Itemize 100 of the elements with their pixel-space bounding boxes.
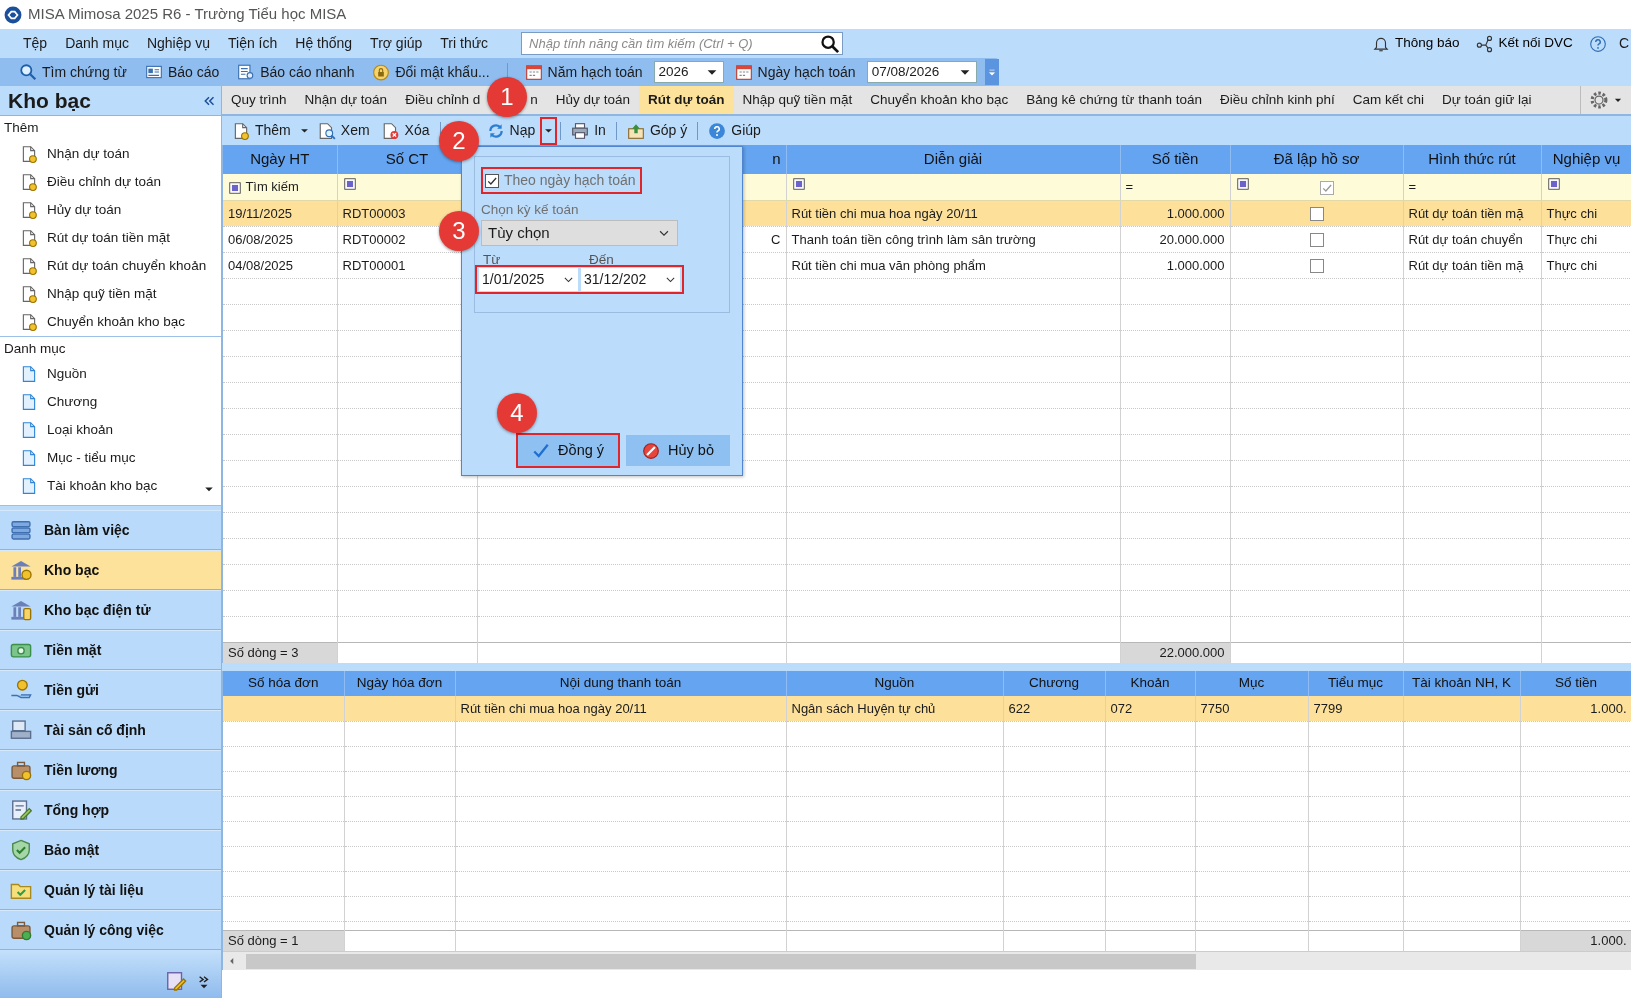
column-header[interactable]: Nguồn [786,671,1003,696]
menu-item[interactable]: Tệp [14,33,57,54]
menu-item[interactable]: Tiện ích [219,33,287,54]
nav-button[interactable]: Kho bạc [0,550,221,590]
menu-item[interactable]: Trợ giúp [361,33,432,54]
date-field[interactable]: 1/01/2025 [479,268,578,292]
column-header[interactable]: Ngày hóa đơn [344,671,455,696]
computer-icon [10,719,32,741]
column-header[interactable]: Đã lập hồ sơ [1230,145,1403,174]
tab[interactable]: Bảng kê chứng từ thanh toán [1017,86,1211,114]
document-icon [20,313,38,331]
toolbar-button[interactable]: In [565,118,612,143]
overflow-button[interactable] [984,59,999,85]
toolbar-button[interactable]: Báo cáo [137,59,227,85]
sidebar-item[interactable]: Chương [0,388,221,416]
dropdown-field[interactable]: 2026 [653,61,724,83]
sidebar-item[interactable]: Loại khoản [0,416,221,444]
sidebar-item[interactable]: Điều chỉnh dự toán [0,168,221,196]
menu-item[interactable]: Nghiệp vụ [137,33,219,54]
checkbox[interactable] [1309,207,1324,222]
tab[interactable]: Nhập quỹ tiền mặt [733,86,862,114]
checkbox[interactable] [1309,259,1324,274]
table-cell: 20.000.000 [1159,231,1225,247]
toolbar-button[interactable]: Thêm [226,118,297,143]
column-header[interactable]: Tiểu mục [1308,671,1403,696]
column-header[interactable]: Khoản [1105,671,1195,696]
dropdown-field[interactable]: 07/08/2026 [866,61,977,83]
panel-title: Kho bạc [8,87,91,114]
settings-icon [1589,90,1609,110]
toolbar-button[interactable]: Giúp [702,118,767,143]
sidebar-item[interactable]: Nguồn [0,360,221,388]
column-header[interactable]: Tài khoản NH, K [1403,671,1520,696]
menu-item[interactable]: Danh mục [56,33,138,54]
filter-operator: = [1125,179,1134,194]
header-link[interactable]: Kết nối DVC [1467,33,1581,54]
nav-button[interactable]: Tài sản cố định [0,710,221,750]
ok-button[interactable]: Đồng ý [516,433,621,468]
tab[interactable]: Hủy dự toán [546,86,640,114]
scrollbar-thumb[interactable] [246,953,1196,969]
nav-button[interactable]: Bàn làm việc [0,510,221,550]
tab[interactable]: Nhận dự toán [295,86,397,114]
column-header[interactable]: Số tiền [1520,671,1631,696]
column-header[interactable]: Ngày HT [223,145,337,174]
nav-button[interactable]: Bảo mật [0,830,221,870]
document-icon [232,121,250,140]
column-header[interactable]: Nội dung thanh toán [455,671,786,696]
dropdown-field[interactable]: Tùy chọn [481,220,678,247]
nav-button[interactable]: Tổng hợp [0,790,221,830]
column-header[interactable]: Mục [1195,671,1308,696]
checkbox[interactable] [1309,233,1324,248]
toolbar-button[interactable]: Báo cáo nhanh [230,59,362,85]
header-link[interactable]: Thông báo [1364,33,1468,54]
column-header[interactable]: Hình thức rút [1403,145,1541,174]
filter-operator-icon [342,177,357,191]
column-header[interactable]: Số hóa đơn [223,671,344,696]
dropdown-button[interactable] [541,117,557,144]
sidebar-item[interactable]: Nhập quỹ tiền mặt [0,280,221,308]
nav-button[interactable]: Tiền mặt [0,630,221,670]
column-header[interactable]: Số tiền [1120,145,1230,174]
checkbox[interactable]: Theo ngày hạch toán [481,167,642,194]
toolbar-button[interactable]: Nạp [480,118,542,143]
sidebar-item[interactable]: Mục - tiểu mục [0,444,221,472]
toolbar-button[interactable]: Góp ý [620,118,694,143]
total-amount: 1.000. [1590,933,1627,948]
tab[interactable]: Rút dự toán [639,86,734,114]
sidebar-item[interactable]: Rút dự toán chuyển khoản [0,252,221,280]
sidebar-item[interactable]: Tài khoản kho bạc [0,472,221,500]
nav-button[interactable]: Tiền lương [0,750,221,790]
row-count: Số dòng = 1 [228,933,299,948]
column-header[interactable]: Nghiệp vụ [1541,145,1631,174]
toolbar-button[interactable]: Xem [311,118,376,143]
search-field[interactable]: Nhập tính năng cần tìm kiếm (Ctrl + Q) [521,32,844,55]
nav-button[interactable]: Kho bạc điện tử [0,590,221,630]
column-header[interactable]: Chương [1003,671,1105,696]
tab[interactable]: Cam kết chi [1343,86,1434,114]
menu-item[interactable]: Hệ thống [286,33,362,54]
sidebar-item[interactable]: Rút dự toán tiền mặt [0,224,221,252]
toolbar-button[interactable]: Xóa [375,118,436,143]
sidebar-item[interactable]: Hủy dự toán [0,196,221,224]
tab[interactable]: Chuyển khoản kho bạc [861,86,1018,114]
table-row[interactable]: Rút tiền chi mua hoa ngày 20/11 Ngân sách Huyện tự chủ 622 072 7750 7799 1.000. [223,696,1631,721]
help-icon [1588,34,1607,53]
cancel-button[interactable]: Hủy bỏ [626,435,730,466]
nav-button[interactable]: Quản lý tài liệu [0,870,221,910]
date-field[interactable]: 31/12/202 [581,268,680,292]
sidebar-item[interactable]: Nhận dự toán [0,140,221,168]
tab[interactable]: Điều chỉnh kinh phí [1210,86,1344,114]
tab[interactable]: Dự toán giữ lại [1433,86,1541,114]
toolbar-button[interactable]: Tìm chứng từ [12,59,134,85]
checkbox[interactable] [1319,180,1334,195]
menu-item[interactable]: Tri thức [431,33,498,54]
nav-button[interactable]: Quản lý công việc [0,910,221,950]
sidebar-item[interactable]: Chuyển khoản kho bạc [0,308,221,336]
table-cell: Rút dự toán chuyển [1408,231,1523,247]
tab[interactable]: Quy trình [222,86,296,114]
column-header[interactable]: Diễn giải [786,145,1120,174]
customize-button[interactable] [165,969,187,992]
cancel-icon [642,441,661,460]
nav-button[interactable]: Tiền gửi [0,670,221,710]
search-field[interactable]: Tìm kiếm [223,174,337,200]
